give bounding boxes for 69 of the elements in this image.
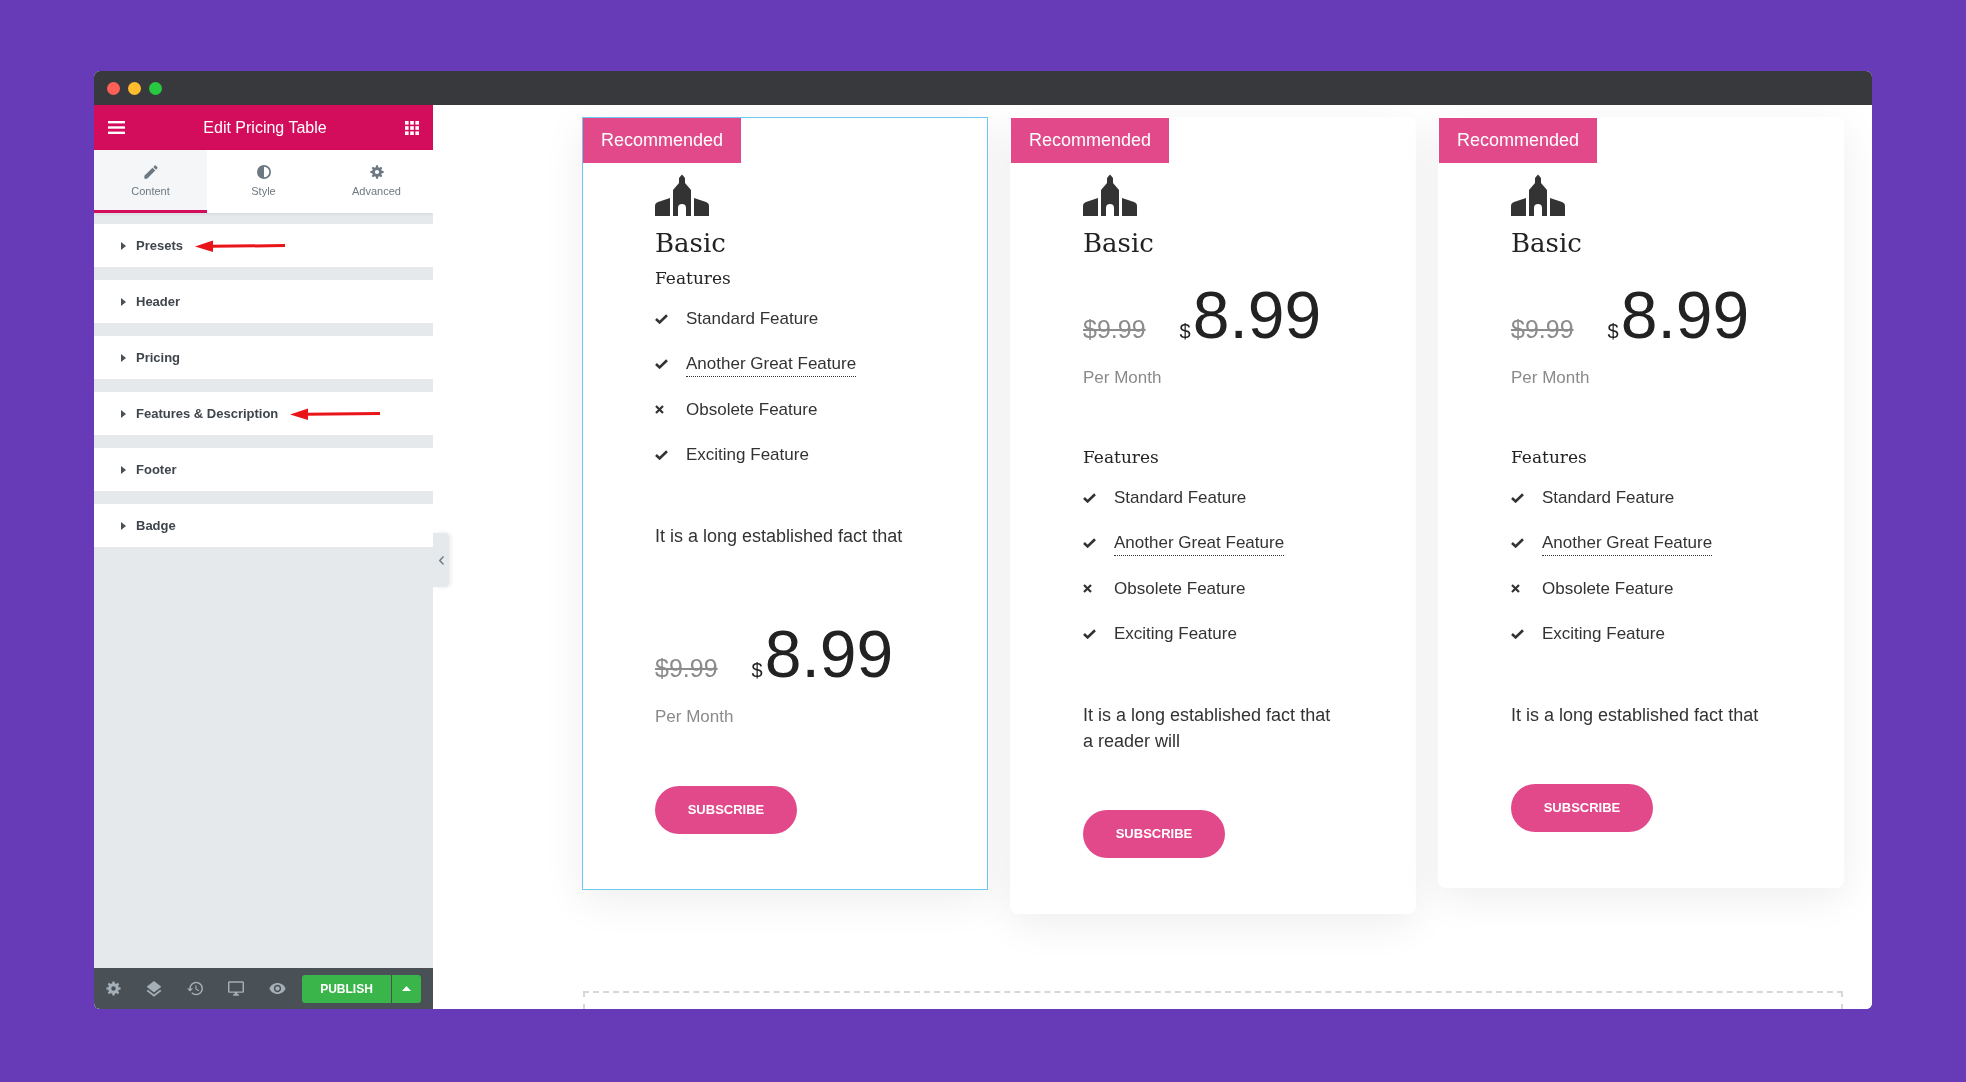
grid-icon[interactable] [405,120,419,135]
minimize-window-icon[interactable] [128,81,141,95]
desktop-monitor-icon[interactable] [228,981,244,996]
plan-title: Basic [1083,227,1154,260]
card-badge: Recommended [1439,118,1598,163]
chevron-left-icon [438,555,444,565]
plan-title: Basic [655,227,726,260]
feature-text: Exciting Feature [1114,623,1237,646]
subscribe-button[interactable]: SUBSCRIBE [1083,810,1225,858]
settings-icon[interactable] [106,981,121,996]
currency-symbol: $ [1179,321,1191,341]
panel-tab[interactable]: Style [207,150,320,213]
currency-symbol: $ [751,660,763,680]
publish-button[interactable]: PUBLISH [302,974,391,1003]
features-heading: Features [1083,446,1160,469]
feature-text: Exciting Feature [686,444,809,467]
billing-period: Per Month [1083,367,1163,389]
feature-text: Another Great Feature [686,351,857,377]
panel-section-header[interactable]: Presets [94,224,433,267]
half-filled-circle-icon [256,165,271,179]
original-price: $9.99 [1083,317,1146,342]
feature-text: Another Great Feature [1114,530,1285,556]
feature-text: Standard Feature [1114,486,1247,509]
feature-text: Obsolete Feature [1542,577,1674,600]
feature-text: Obsolete Feature [1114,577,1246,600]
plan-description: It is a long established fact that [1511,704,1760,727]
currency-symbol: $ [1607,321,1619,341]
caret-up-icon [402,986,411,991]
panel-tab[interactable]: Advanced [320,150,433,213]
panel-section-header[interactable]: Badge [94,504,433,547]
price-amount: 8.99 [764,621,894,687]
panel-section-header[interactable]: Footer [94,448,433,491]
card-badge: Recommended [1011,118,1170,163]
original-price: $9.99 [655,656,718,681]
building-icon [655,173,709,216]
panel-tab[interactable]: Content [94,150,207,213]
subscribe-button[interactable]: SUBSCRIBE [1511,784,1653,832]
price-amount: 8.99 [1192,282,1322,348]
billing-period: Per Month [655,706,735,728]
gear-icon [369,165,384,179]
features-heading: Features [1511,446,1588,469]
plan-description: It is a long established fact that [655,525,904,548]
feature-text: Standard Feature [686,307,819,330]
building-icon [1511,173,1565,216]
panel-section-header[interactable]: Header [94,280,433,323]
panel-section-header[interactable]: Features & Description [94,392,433,435]
panel-section-header[interactable]: Pricing [94,336,433,379]
pencil-icon [143,165,158,179]
eye-icon[interactable] [269,983,286,994]
billing-period: Per Month [1511,367,1591,389]
card-badge: Recommended [583,118,742,163]
maximize-window-icon[interactable] [149,81,162,95]
panel-title: Edit Pricing Table [203,117,327,138]
subscribe-button[interactable]: SUBSCRIBE [655,786,797,834]
layers-icon[interactable] [146,980,162,997]
close-window-icon[interactable] [107,81,120,95]
plan-title: Basic [1511,227,1582,260]
feature-text: Exciting Feature [1542,623,1665,646]
price-amount: 8.99 [1620,282,1750,348]
publish-options-button[interactable] [392,974,421,1003]
features-heading: Features [655,267,732,290]
feature-text: Standard Feature [1542,486,1675,509]
original-price: $9.99 [1511,317,1574,342]
history-icon[interactable] [187,981,203,996]
building-icon [1083,173,1137,216]
menu-icon[interactable] [108,121,125,134]
feature-text: Another Great Feature [1542,530,1713,556]
feature-text: Obsolete Feature [686,398,818,421]
plan-description: It is a long established fact that a reader will [1083,704,1332,753]
